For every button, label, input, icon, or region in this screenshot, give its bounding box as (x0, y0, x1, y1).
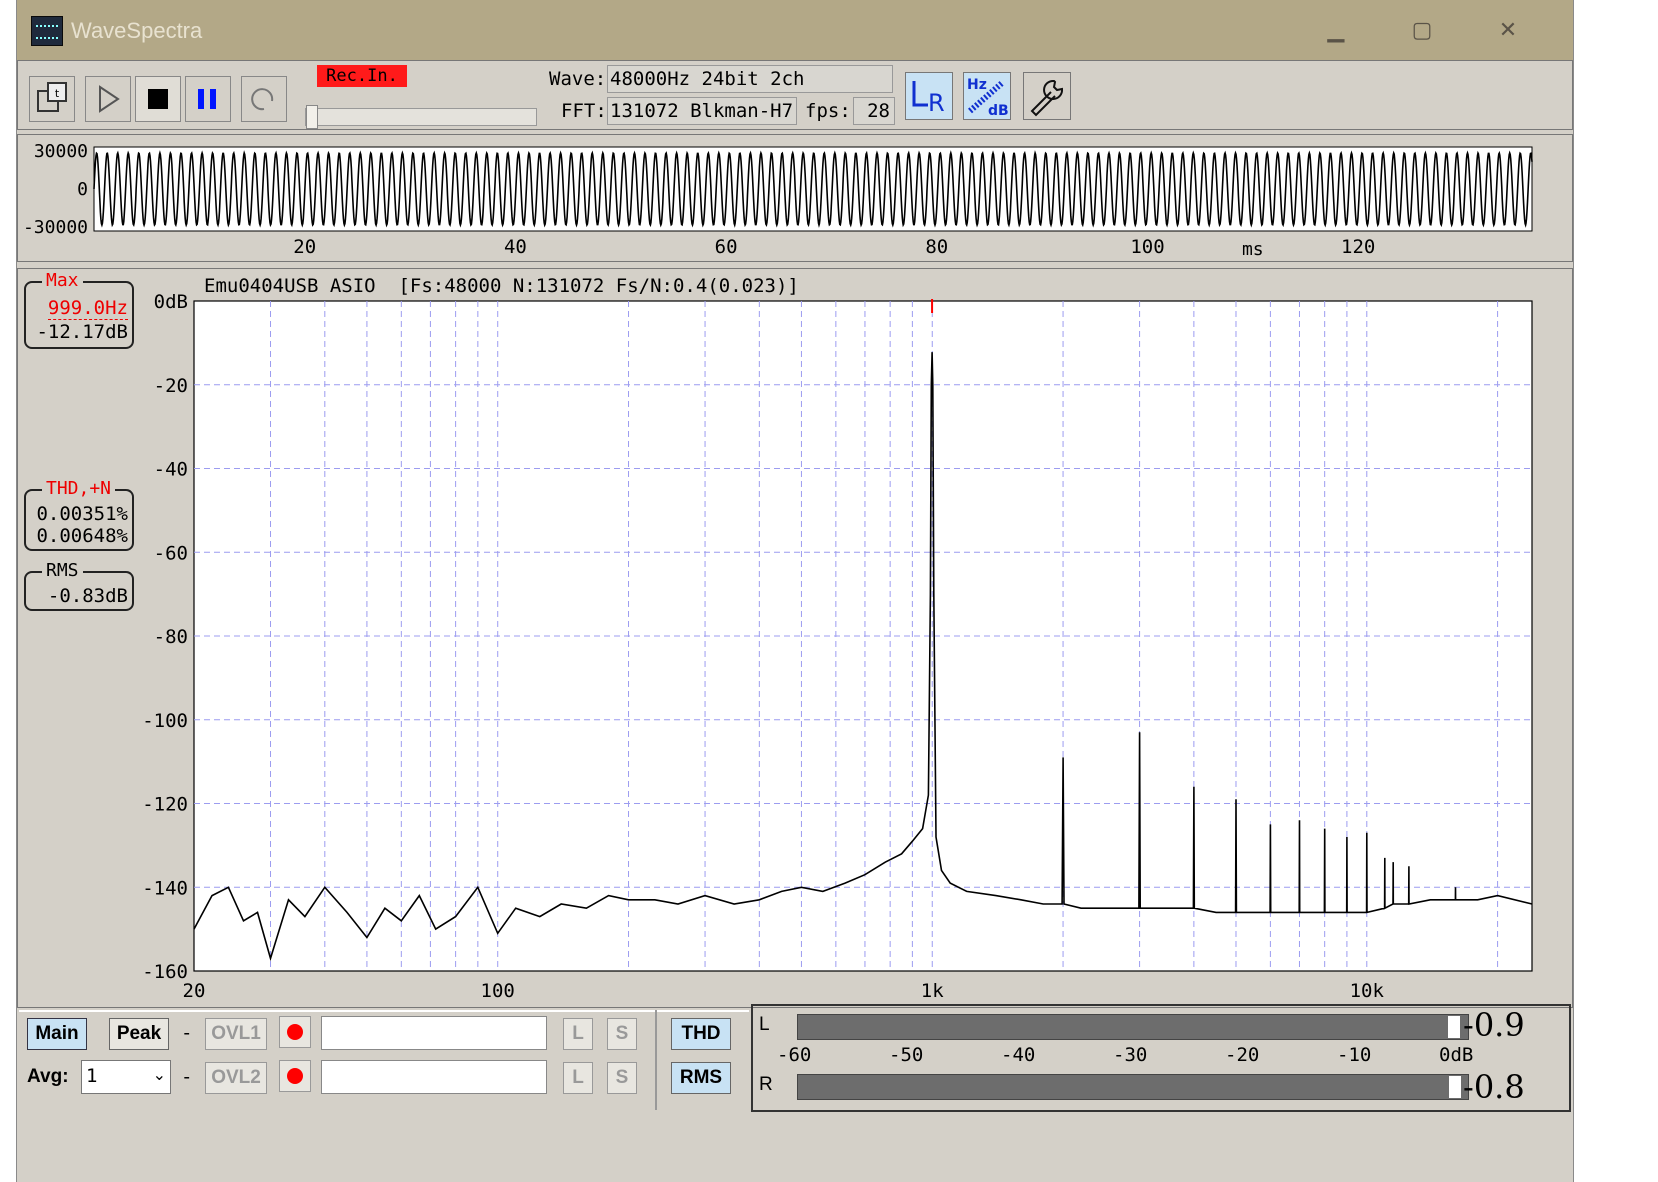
minimize-button[interactable]: ▁ (1293, 6, 1379, 56)
ovl2-save-button[interactable]: S (607, 1062, 637, 1094)
play-icon (99, 85, 120, 113)
pause-button[interactable] (185, 76, 231, 122)
meter-scale-tick: 0dB (1439, 1044, 1474, 1066)
stop-icon (148, 89, 168, 109)
play-button[interactable] (85, 76, 131, 122)
ovl1-button[interactable]: OVL1 (205, 1018, 267, 1050)
ovl2-name-field[interactable] (321, 1060, 547, 1094)
export-icon: t (37, 82, 67, 112)
maximize-button[interactable]: ▢ (1379, 6, 1465, 56)
avg-value: 1 (86, 1065, 98, 1087)
meter-r-level (1449, 1076, 1462, 1098)
export-button[interactable]: t (29, 76, 75, 122)
wrench-icon (1030, 79, 1064, 117)
meter-l-level (1448, 1016, 1461, 1038)
avg-select[interactable]: 1 ⌄ (81, 1060, 171, 1094)
fps-value: 28 (853, 97, 895, 125)
fps-label: fps: (805, 100, 851, 122)
avg-label: Avg: (27, 1066, 69, 1087)
waveform-x-tick: 120 (1341, 236, 1375, 258)
wave-label: Wave: (549, 68, 607, 90)
x-tick-label: 10k (1350, 980, 1385, 1002)
chevron-down-icon: ⌄ (152, 1067, 166, 1084)
app-window: WaveSpectra ▁ ▢ ✕ t Rec.In. Wave: 48000H… (16, 0, 1574, 1182)
pause-icon (198, 89, 216, 109)
ovl1-record-button[interactable] (279, 1016, 311, 1048)
ovl1-load-button[interactable]: L (563, 1018, 593, 1050)
ovl2-button[interactable]: OVL2 (205, 1062, 267, 1094)
meter-scale-tick: -20 (1225, 1044, 1260, 1066)
svg-text:dB: dB (988, 103, 1009, 119)
waveform-x-tick: 20 (293, 236, 316, 258)
y-tick-label: -40 (154, 459, 188, 481)
spectrum-chart: 0dB -20 -40 -60 -80 -100 -120 -140 -16020 100 1k 10… (142, 291, 1533, 1002)
loop-button[interactable] (241, 76, 287, 122)
main-button[interactable]: Main (27, 1018, 87, 1050)
waveform-panel: 30000 0 -30000 20 40 60 80 100 120 ms (17, 134, 1573, 262)
lr-button[interactable]: R (905, 72, 953, 120)
y-tick-label: -140 (142, 877, 188, 899)
x-tick-label: 1k (921, 980, 944, 1002)
thd-button[interactable]: THD (671, 1018, 731, 1050)
close-button[interactable]: ✕ (1465, 6, 1551, 56)
waveform-y-tick: 30000 (34, 141, 88, 162)
slider-thumb[interactable] (306, 105, 318, 129)
y-tick-label: -160 (142, 961, 188, 983)
position-slider[interactable] (305, 105, 537, 129)
waveform-x-tick: 60 (715, 236, 738, 258)
peak-button[interactable]: Peak (109, 1018, 169, 1050)
rec-in-indicator: Rec.In. (317, 65, 407, 87)
meter-scale-tick: -10 (1337, 1044, 1372, 1066)
hz-db-button[interactable]: Hz dB (963, 72, 1011, 120)
meter-l-label: L (759, 1014, 770, 1035)
fft-setting-field: 131072 Blkman-H7 (607, 97, 797, 125)
rms-button[interactable]: RMS (671, 1062, 731, 1094)
settings-button[interactable] (1023, 72, 1071, 120)
hz-db-icon: HzdB (967, 77, 1009, 119)
waveform-y-tick: -30000 (23, 217, 88, 238)
app-icon (31, 16, 63, 46)
meter-scale: -60 -50 -40 -30 -20 -10 0dB (777, 1044, 1477, 1068)
window-title: WaveSpectra (71, 18, 203, 43)
title-bar[interactable]: WaveSpectra ▁ ▢ ✕ (17, 0, 1573, 60)
ovl1-save-button[interactable]: S (607, 1018, 637, 1050)
y-tick-label: -100 (142, 710, 188, 732)
meter-l-value: -0.9 (1463, 1006, 1525, 1044)
x-tick-label: 20 (183, 980, 206, 1002)
meter-r-bar (797, 1074, 1469, 1100)
waveform-x-tick: 40 (504, 236, 527, 258)
spectrum-panel: Emu0404USB ASIO [Fs:48000 N:131072 Fs/N:… (17, 268, 1573, 1008)
meter-scale-tick: -50 (889, 1044, 924, 1066)
meter-scale-tick: -30 (1113, 1044, 1148, 1066)
svg-text:Hz: Hz (967, 77, 987, 93)
separator-dash: - (181, 1022, 193, 1044)
ovl2-load-button[interactable]: L (563, 1062, 593, 1094)
separator-dash-2: - (181, 1066, 193, 1088)
y-tick-label: -60 (154, 542, 188, 564)
waveform-plot: 30000 0 -30000 20 40 60 80 100 120 ms (23, 141, 1533, 260)
fft-label: FFT: (561, 100, 607, 122)
waveform-x-tick: 80 (925, 236, 948, 258)
meter-scale-tick: -40 (1001, 1044, 1036, 1066)
svg-text:t: t (55, 87, 60, 100)
y-tick-label: 0dB (154, 291, 188, 313)
y-tick-label: -20 (154, 375, 188, 397)
waveform-y-tick: 0 (77, 179, 88, 200)
y-tick-label: -120 (142, 794, 188, 816)
wave-format-field: 48000Hz 24bit 2ch (607, 65, 893, 93)
loop-icon (251, 88, 274, 111)
meter-r-value: -0.8 (1463, 1068, 1525, 1106)
ovl2-record-button[interactable] (279, 1060, 311, 1092)
lr-icon: R (912, 81, 945, 117)
svg-text:R: R (928, 89, 945, 117)
ovl1-name-field[interactable] (321, 1016, 547, 1050)
stop-button[interactable] (135, 76, 181, 122)
y-tick-label: -80 (154, 626, 188, 648)
meter-l-bar (797, 1014, 1469, 1040)
waveform-x-unit: ms (1242, 239, 1264, 260)
waveform-x-tick: 100 (1130, 236, 1164, 258)
meter-r-label: R (759, 1074, 773, 1095)
x-tick-label: 100 (481, 980, 515, 1002)
meter-scale-tick: -60 (777, 1044, 812, 1066)
